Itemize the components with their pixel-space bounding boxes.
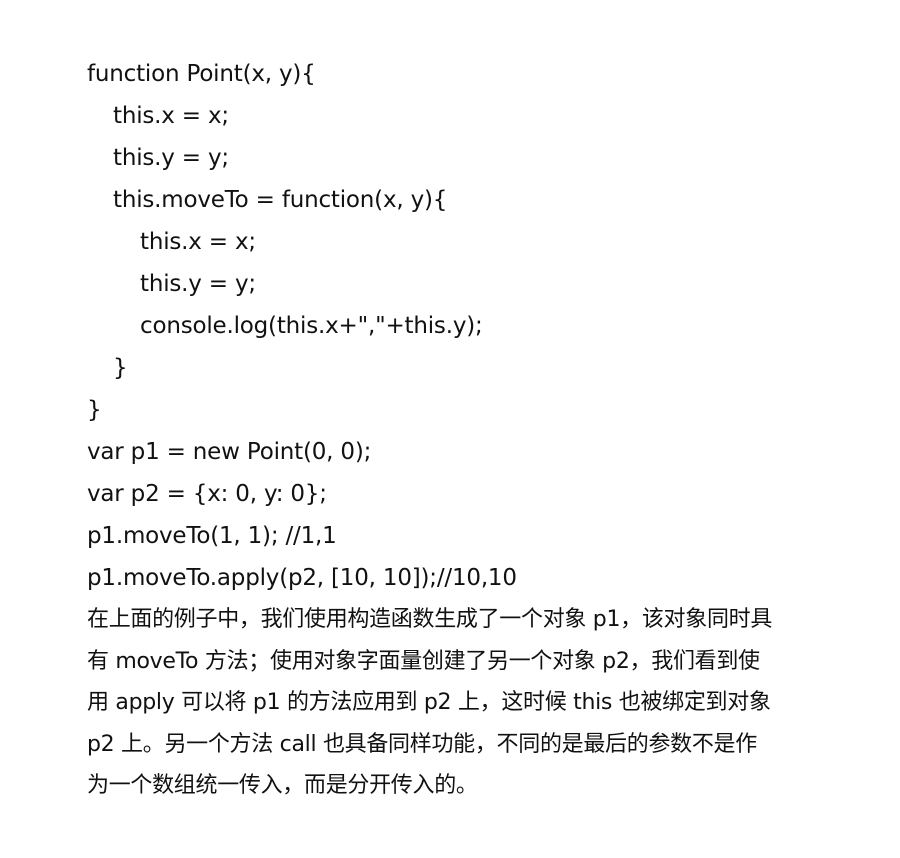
paragraph-line: 有 moveTo 方法；使用对象字面量创建了另一个对象 p2，我们看到使 [87, 648, 760, 674]
paragraph-line: p2 上。另一个方法 call 也具备同样功能，不同的是最后的参数不是作 [87, 731, 757, 757]
code-line-assign-x: this.x = x; [113, 103, 229, 129]
paragraph-line: 在上面的例子中，我们使用构造函数生成了一个对象 p1，该对象同时具 [87, 607, 773, 632]
code-line-moveto-assign-x: this.x = x; [140, 229, 256, 255]
paragraph-line: 用 apply 可以将 p1 的方法应用到 p2 上，这时候 this 也被绑定… [87, 690, 771, 715]
explanation-paragraph: 在上面的例子中，我们使用构造函数生成了一个对象 p1，该对象同时具 有 move… [87, 599, 867, 807]
code-line-moveto-apply: p1.moveTo.apply(p2, [10, 10]);//10,10 [87, 565, 517, 591]
code-line-var-p1: var p1 = new Point(0, 0); [87, 439, 372, 465]
code-line-var-p2: var p2 = {x: 0, y: 0}; [87, 481, 327, 507]
code-line-assign-y: this.y = y; [113, 145, 229, 171]
code-line-close-moveto: } [113, 355, 128, 381]
code-line-moveto-assign-y: this.y = y; [140, 271, 256, 297]
code-line-console-log: console.log(this.x+","+this.y); [140, 313, 483, 339]
code-line-close-function: } [87, 397, 102, 423]
code-line-moveto-declaration: this.moveTo = function(x, y){ [113, 187, 448, 213]
code-line-function-declaration: function Point(x, y){ [87, 61, 316, 87]
document-page: function Point(x, y){ this.x = x; this.y… [87, 53, 867, 807]
code-line-p1-moveto: p1.moveTo(1, 1); //1,1 [87, 523, 337, 549]
paragraph-line: 为一个数组统一传入，而是分开传入的。 [87, 773, 478, 798]
code-block: function Point(x, y){ this.x = x; this.y… [87, 53, 867, 599]
